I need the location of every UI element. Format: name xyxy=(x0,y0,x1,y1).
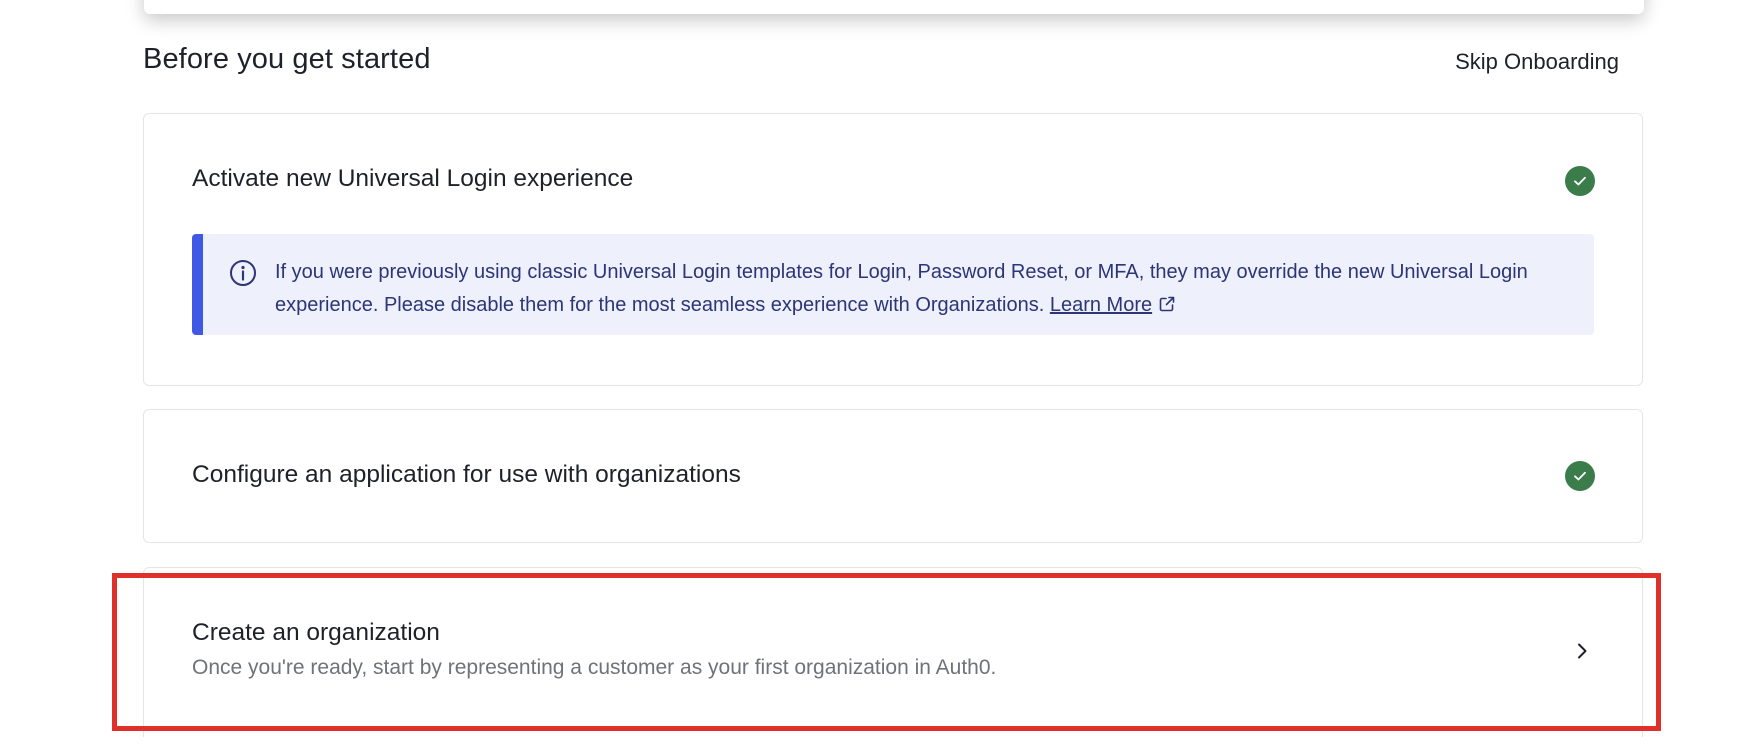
learn-more-link[interactable]: Learn More xyxy=(1050,294,1152,316)
top-card-shadow xyxy=(144,0,1644,14)
check-circle-icon xyxy=(1565,166,1595,196)
external-link-icon[interactable] xyxy=(1158,295,1176,313)
step-title: Configure an application for use with or… xyxy=(192,461,741,488)
chevron-right-icon[interactable] xyxy=(1574,641,1590,661)
step-title: Activate new Universal Login experience xyxy=(192,165,634,192)
info-accent-bar xyxy=(192,234,203,335)
info-notice-body: If you were previously using classic Uni… xyxy=(275,261,1528,316)
step-card-universal-login: Activate new Universal Login experience … xyxy=(143,113,1643,386)
page-title: Before you get started xyxy=(143,43,431,75)
step-card-create-organization[interactable]: Create an organization Once you're ready… xyxy=(143,567,1643,737)
check-circle-icon xyxy=(1565,461,1595,491)
step-card-configure-application: Configure an application for use with or… xyxy=(143,409,1643,543)
skip-onboarding-button[interactable]: Skip Onboarding xyxy=(1455,49,1619,75)
step-description: Once you're ready, start by representing… xyxy=(192,656,997,679)
info-icon xyxy=(229,259,257,287)
page-header: Before you get started Skip Onboarding xyxy=(143,40,1643,82)
info-notice-text: If you were previously using classic Uni… xyxy=(275,256,1575,322)
step-title: Create an organization xyxy=(192,619,440,646)
info-notice: If you were previously using classic Uni… xyxy=(192,234,1594,335)
